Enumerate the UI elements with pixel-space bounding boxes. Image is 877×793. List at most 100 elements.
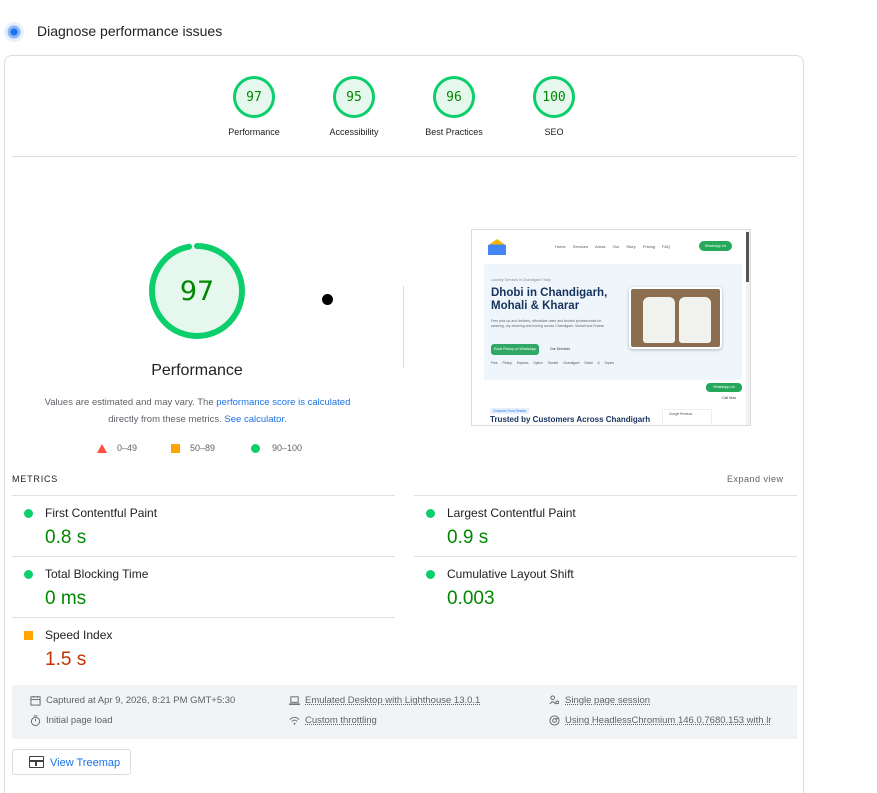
final-screenshot[interactable]: Home Services Areas Our Story Pricing FA… — [471, 229, 751, 426]
screenshot-cta-primary: Book Pickup on WhatsApp — [491, 344, 539, 355]
view-treemap-label: View Treemap — [50, 757, 121, 769]
divider — [12, 156, 797, 157]
metric-value: 0.8 s — [45, 527, 87, 548]
good-circle-icon — [24, 570, 33, 579]
metric-cls: Cumulative Layout Shift 0.003 — [414, 556, 797, 617]
screenshot-nav: Home Services Areas Our Story Pricing FA… — [472, 230, 750, 264]
screenshot-scrollbar — [746, 230, 750, 425]
metric-lcp: Largest Contentful Paint 0.9 s — [414, 495, 797, 556]
initial-load-info: Initial page load — [30, 715, 113, 726]
section-title: Diagnose performance issues — [37, 23, 223, 39]
chrome-icon — [549, 715, 560, 726]
screenshot-eyebrow: Laundry Services in Chandigarh Tricity — [491, 278, 551, 282]
gauge-label: Performance — [228, 127, 280, 137]
laundry-bag-image — [679, 297, 711, 343]
metric-name: Speed Index — [45, 628, 113, 642]
screenshot-trust-heading: Trusted by Customers Across Chandigarh — [490, 415, 651, 424]
performance-score: 97 — [179, 275, 215, 307]
triangle-icon — [97, 443, 107, 453]
expand-view-button[interactable]: Expand view — [727, 474, 784, 484]
person-icon — [549, 695, 560, 705]
metrics-heading: METRICS — [12, 474, 59, 484]
good-circle-icon — [24, 509, 33, 518]
legend-label: 0–49 — [117, 443, 138, 453]
gauge-label: SEO — [544, 127, 564, 137]
screenshot-headline: Dhobi in Chandigarh, Mohali & Kharar — [491, 287, 608, 312]
metric-si: Speed Index 1.5 s — [12, 617, 395, 678]
gauge-seo[interactable]: 100 SEO — [509, 76, 599, 137]
gauge-label: Best Practices — [425, 127, 483, 137]
metrics-column-right: Largest Contentful Paint 0.9 s Cumulativ… — [414, 495, 797, 617]
gauge-performance[interactable]: 97 Performance — [209, 76, 299, 137]
metric-name: Total Blocking Time — [45, 567, 149, 581]
gauge-label: Accessibility — [329, 127, 379, 137]
captured-text: Captured at Apr 9, 2026, 8:21 PM GMT+5:3… — [46, 695, 236, 706]
screenshot-laundry-photo — [629, 287, 722, 349]
screenshot-google-review: Google Reviews — [662, 409, 712, 425]
device-info[interactable]: Emulated Desktop with Lighthouse 13.0.1 — [289, 695, 480, 706]
legend-poor: 0–49 — [97, 443, 137, 453]
metric-fcp: First Contentful Paint 0.8 s — [12, 495, 395, 556]
legend-label: 50–89 — [190, 443, 216, 453]
device-text: Emulated Desktop with Lighthouse 13.0.1 — [305, 695, 481, 706]
good-circle-icon — [426, 509, 435, 518]
site-logo-icon — [488, 239, 506, 255]
screenshot-cta-secondary: Our Services — [549, 347, 571, 351]
category-gauges: 97 Performance 95 Accessibility 96 Best … — [5, 76, 803, 156]
average-square-icon — [24, 631, 33, 640]
gauge-score: 96 — [433, 76, 475, 118]
browser-text: Using HeadlessChromium 146.0.7680.153 wi… — [565, 715, 772, 726]
cursor-dot — [322, 294, 333, 305]
metric-value: 0.003 — [447, 588, 495, 609]
view-treemap-button[interactable]: View Treemap — [12, 749, 131, 775]
performance-gauge: 97 — [148, 242, 246, 340]
screenshot-float-whatsapp: WhatsApp Us — [706, 383, 742, 392]
throttling-text: Custom throttling — [305, 715, 377, 726]
initial-load-text: Initial page load — [46, 715, 113, 726]
lighthouse-icon — [4, 22, 24, 42]
screenshot-hero: Laundry Services in Chandigarh Tricity D… — [484, 264, 742, 380]
throttling-info[interactable]: Custom throttling — [289, 715, 377, 726]
screenshot-chips: Free Pickup Express Option Trusted Chand… — [491, 361, 615, 365]
screenshot-subtext: Free pick-up and delivery, affordable ra… — [491, 319, 605, 328]
timer-icon — [30, 715, 41, 726]
gauge-score: 95 — [333, 76, 375, 118]
screenshot-call: Call Now — [721, 396, 736, 400]
metric-name: Largest Contentful Paint — [447, 506, 576, 520]
browser-info[interactable]: Using HeadlessChromium 146.0.7680.153 wi… — [549, 715, 771, 726]
wifi-icon — [289, 716, 300, 725]
circle-icon — [251, 443, 260, 453]
gauge-score: 100 — [533, 76, 575, 118]
section-header: Diagnose performance issues — [0, 18, 877, 46]
screenshot-whatsapp-button: WhatsApp Us — [699, 241, 732, 251]
metric-name: Cumulative Layout Shift — [447, 567, 574, 581]
laundry-bag-image — [643, 297, 675, 343]
captured-info: Captured at Apr 9, 2026, 8:21 PM GMT+5:3… — [30, 695, 235, 706]
legend-label: 90–100 — [272, 443, 303, 453]
legend-average: 50–89 — [171, 443, 215, 453]
metric-value: 1.5 s — [45, 649, 87, 670]
vertical-divider — [403, 286, 404, 368]
metric-tbt: Total Blocking Time 0 ms — [12, 556, 395, 617]
calendar-icon — [30, 695, 41, 706]
performance-title: Performance — [151, 362, 243, 379]
metric-name: First Contentful Paint — [45, 506, 158, 520]
screenshot-nav-links: Home Services Areas Our Story Pricing FA… — [555, 244, 671, 249]
see-calculator-link[interactable]: See calculator. — [224, 414, 286, 425]
desc-text: directly from these metrics. — [108, 414, 225, 425]
metric-value: 0 ms — [45, 588, 87, 609]
desc-text: Values are estimated and may vary. The — [44, 397, 217, 408]
gauge-accessibility[interactable]: 95 Accessibility — [309, 76, 399, 137]
report-card: 97 Performance 95 Accessibility 96 Best … — [4, 55, 804, 793]
square-icon — [171, 443, 180, 453]
screenshot-badge: Customer Trust Review — [490, 408, 530, 414]
metric-value: 0.9 s — [447, 527, 489, 548]
gauge-best-practices[interactable]: 96 Best Practices — [409, 76, 499, 137]
metrics-column-left: First Contentful Paint 0.8 s Total Block… — [12, 495, 395, 678]
session-info[interactable]: Single page session — [549, 695, 650, 706]
performance-description: Values are estimated and may vary. The p… — [35, 394, 360, 428]
score-calculated-link[interactable]: performance score is calculated — [216, 397, 350, 408]
run-info-panel: Captured at Apr 9, 2026, 8:21 PM GMT+5:3… — [12, 685, 797, 739]
treemap-icon — [29, 756, 44, 768]
good-circle-icon — [426, 570, 435, 579]
